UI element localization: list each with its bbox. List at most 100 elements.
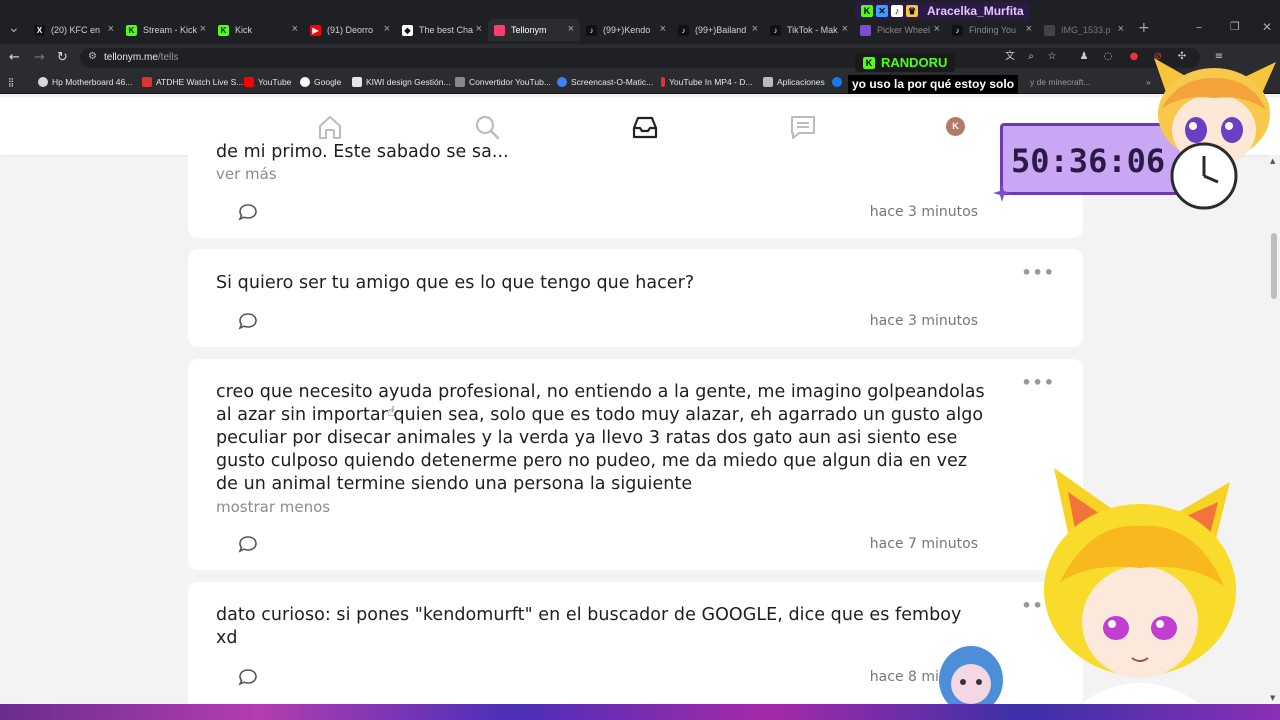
tell-text: Si quiero ser tu amigo que es lo que ten…	[216, 273, 695, 293]
bookmark-item[interactable]: Screencast-O-Matic...	[557, 77, 653, 87]
bookmark-star-icon[interactable]: ☆	[1045, 50, 1059, 64]
tell-card: ••• creo que necesito ayuda profesional,…	[188, 359, 1083, 570]
see-less-link[interactable]: mostrar menos	[216, 498, 330, 516]
extension-icon[interactable]: ●	[1127, 50, 1141, 64]
bookmark-item[interactable]: Hp Motherboard 46...	[38, 77, 132, 87]
bookmark-item[interactable]: YouTube In MP4 - D...	[661, 77, 752, 87]
close-tab-icon[interactable]: ×	[1026, 23, 1032, 35]
forward-arrow-icon[interactable]: →	[34, 50, 45, 65]
apps-grid-icon[interactable]: ⣿	[8, 77, 14, 88]
tiktok-logo-icon: ♪	[952, 24, 963, 36]
tell-text: de mi primo. Este sabado se sa...	[216, 142, 509, 161]
maximize-window-icon[interactable]: ❐	[1230, 20, 1240, 33]
tiktok-logo-icon: ♪	[770, 24, 781, 36]
new-tab-icon[interactable]: +	[1138, 20, 1150, 36]
browser-tab[interactable]: K Kick ×	[212, 19, 304, 41]
vtuber-fox-avatar	[1044, 468, 1236, 704]
more-options-icon[interactable]: •••	[1021, 373, 1055, 392]
bookmark-item[interactable]: YouTube	[244, 77, 291, 87]
close-tab-icon[interactable]: ×	[476, 23, 482, 35]
browser-tab[interactable]: ♪ Finding You ×	[946, 19, 1038, 41]
browser-tab[interactable]: Picker Wheel ×	[854, 19, 946, 41]
kick-logo-icon: K	[863, 56, 875, 69]
stream-bottom-bar	[0, 704, 1280, 720]
tell-text: creo que necesito ayuda profesional, no …	[216, 382, 985, 494]
comment-icon[interactable]	[238, 535, 258, 553]
more-options-icon[interactable]: •••	[1021, 263, 1055, 282]
browser-tab-active[interactable]: Tellonym ×	[488, 19, 580, 41]
bookmark-item[interactable]: KIWI design Gestión...	[352, 77, 451, 87]
close-tab-icon[interactable]: ×	[1118, 23, 1124, 35]
bookmark-item[interactable]: ATDHE Watch Live S...	[142, 77, 243, 87]
kick-logo-icon: K	[861, 5, 873, 17]
crown-icon: ♛	[906, 5, 918, 17]
close-tab-icon[interactable]: ×	[384, 23, 390, 35]
chat-user-badge: K RANDORU	[855, 53, 956, 72]
back-arrow-icon[interactable]: ←	[9, 50, 20, 65]
minimize-window-icon[interactable]: –	[1196, 20, 1202, 34]
chat-icon[interactable]	[789, 113, 817, 141]
site-info-icon[interactable]: ⚙	[88, 51, 97, 62]
youtube-logo-icon: ▶	[310, 24, 321, 36]
close-window-icon[interactable]: ✕	[1262, 20, 1272, 34]
bookmark-favicon-icon	[661, 77, 665, 87]
close-tab-icon[interactable]: ×	[108, 23, 114, 35]
bookmark-favicon-icon	[557, 77, 567, 87]
kick-logo-icon: K	[218, 24, 229, 36]
scroll-down-arrow-icon[interactable]: ▼	[1270, 694, 1275, 702]
search-icon[interactable]	[473, 113, 501, 141]
browser-tab[interactable]: K Stream - Kick ×	[120, 19, 212, 41]
close-tab-icon[interactable]: ×	[292, 23, 298, 35]
close-tab-icon[interactable]: ×	[200, 23, 206, 35]
close-tab-icon[interactable]: ×	[660, 23, 666, 35]
mouse-cursor-icon: ☝	[387, 404, 396, 420]
inbox-icon[interactable]	[631, 113, 659, 141]
browser-tab[interactable]: IMG_1533.p ×	[1038, 19, 1130, 41]
extension-icon[interactable]: ◌	[1101, 50, 1115, 64]
bookmark-item[interactable]	[832, 77, 846, 87]
translate-icon[interactable]: 文	[1003, 50, 1017, 64]
comment-icon[interactable]	[238, 312, 258, 330]
see-more-link[interactable]: ver más	[216, 165, 277, 183]
x-logo-icon: ✕	[876, 5, 888, 17]
bookmark-item[interactable]: y de minecraft...	[1030, 77, 1090, 87]
bookmark-item[interactable]: Convertidor YouTub...	[455, 77, 551, 87]
tiktok-logo-icon: ♪	[586, 24, 597, 36]
browser-tab[interactable]: X (20) KFC en ×	[28, 19, 120, 41]
browser-tab[interactable]: ◆ The best Cha ×	[396, 19, 488, 41]
image-file-icon	[1044, 24, 1055, 36]
streamer-name-overlay: K ✕ ♪ ♛ Aracelka_Murfita	[855, 2, 1030, 20]
tell-card: ••• Si quiero ser tu amigo que es lo que…	[188, 249, 1083, 347]
picker-wheel-logo-icon	[860, 24, 871, 36]
scrollbar-thumb[interactable]	[1271, 233, 1277, 299]
chat-message: yo uso la por qué estoy solo	[848, 75, 1019, 94]
bookmark-item[interactable]: Aplicaciones	[763, 77, 825, 87]
browser-tab[interactable]: ♪ TikTok - Mak ×	[764, 19, 854, 41]
browser-tab[interactable]: ▶ (91) Deorro ×	[304, 19, 396, 41]
comment-icon[interactable]	[238, 668, 258, 686]
tab-search-chevron-icon[interactable]: ⌄	[8, 20, 20, 36]
close-tab-icon[interactable]: ×	[934, 23, 940, 35]
tell-card: de mi primo. Este sabado se sa... ver má…	[188, 140, 1083, 238]
bookmark-item[interactable]: Google	[300, 77, 341, 87]
reload-icon[interactable]: ↻	[57, 50, 68, 65]
bookmark-favicon-icon	[142, 77, 152, 87]
zoom-icon[interactable]: ⌕	[1024, 50, 1038, 64]
home-icon[interactable]	[316, 113, 344, 141]
close-tab-icon[interactable]: ×	[568, 23, 574, 35]
bookmark-favicon-icon	[455, 77, 465, 87]
comment-icon[interactable]	[238, 203, 258, 221]
tell-timestamp: hace 7 minutos	[869, 536, 978, 552]
avatar[interactable]: K	[946, 117, 965, 136]
close-tab-icon[interactable]: ×	[752, 23, 758, 35]
tiktok-logo-icon: ♪	[891, 5, 903, 17]
google-logo-icon	[300, 77, 310, 87]
extension-icon[interactable]: ♟	[1077, 50, 1091, 64]
x-logo-icon: X	[34, 24, 45, 36]
bookmarks-bar: ⣿ Hp Motherboard 46... ATDHE Watch Live …	[0, 72, 1280, 94]
bookmark-favicon-icon	[38, 77, 48, 87]
bookmark-favicon-icon	[352, 77, 362, 87]
browser-tab[interactable]: ♪ (99+)Kendo ×	[580, 19, 672, 41]
close-tab-icon[interactable]: ×	[842, 23, 848, 35]
browser-tab[interactable]: ♪ (99+)Bailand ×	[672, 19, 764, 41]
